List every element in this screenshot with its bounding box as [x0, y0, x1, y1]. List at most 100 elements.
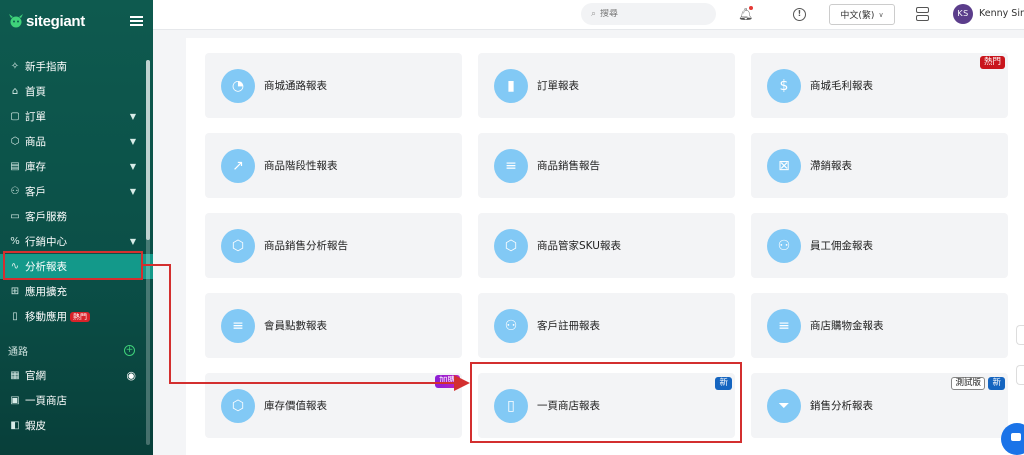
sidebar-item-guide[interactable]: ✧ 新手指南 [0, 54, 153, 79]
new-badge: 新 [988, 377, 1005, 390]
add-channel-icon[interactable]: + [124, 344, 135, 356]
chevron-down-icon: ▼ [129, 112, 136, 121]
trending-up-icon: ↗ [221, 148, 255, 183]
report-label: 員工佣金報表 [810, 240, 873, 252]
database-icon[interactable] [916, 7, 929, 22]
search-input[interactable] [600, 9, 701, 19]
report-card-product-sales[interactable]: ≡ 商品銷售報告 [478, 133, 735, 198]
pie-chart-icon: ◔ [221, 68, 255, 103]
list-icon: ≡ [494, 148, 528, 183]
report-label: 會員點數報表 [264, 320, 327, 332]
report-card-inventory-value[interactable]: ⬡ 庫存價值報表 加購 [205, 373, 462, 438]
channels-heading: 通路 [8, 346, 28, 358]
language-select[interactable]: 中文(繁) ∨ [829, 4, 895, 25]
report-label: 商店購物金報表 [810, 320, 884, 332]
sidebar-item-label: 商品 [25, 136, 46, 148]
report-label: 商品銷售報告 [537, 160, 600, 172]
chevron-down-icon: ▼ [129, 187, 136, 196]
close-square-icon: ⊠ [767, 148, 801, 183]
sidebar-item-marketing[interactable]: % 行銷中心 ▼ [0, 229, 153, 254]
report-label: 客戶註冊報表 [537, 320, 600, 332]
sidebar-item-website[interactable]: ▦ 官網 ◉ [0, 363, 153, 388]
sidebar-item-label: 蝦皮 [25, 420, 46, 432]
sidebar-item-one-page-store[interactable]: ▣ 一頁商店 [0, 388, 153, 413]
grid-icon: ⊞ [10, 286, 20, 297]
warehouse-icon: ▤ [10, 161, 20, 172]
report-card-sku[interactable]: ⬡ 商品管家SKU報表 [478, 213, 735, 278]
report-card-commission[interactable]: ⚇ 員工佣金報表 [751, 213, 1008, 278]
report-label: 一頁商店報表 [537, 400, 600, 412]
side-tab[interactable] [1016, 325, 1024, 345]
sidebar-item-label: 官網 [25, 370, 46, 382]
box-icon: ⬡ [10, 136, 20, 147]
hot-badge: 熱門 [979, 56, 1005, 69]
sidebar-item-inventory[interactable]: ▤ 庫存 ▼ [0, 154, 153, 179]
users-icon: ⚇ [494, 308, 528, 343]
page-store-icon: ▣ [10, 395, 20, 406]
menu-toggle-icon[interactable] [130, 16, 143, 26]
top-bar: ⌕ 🔔︎ ! 中文(繁) ∨ KS Kenny Sim [153, 0, 1024, 30]
sidebar-item-analytics[interactable]: ∿ 分析報表 [0, 254, 153, 279]
report-card-member-points[interactable]: ≡ 會員點數報表 [205, 293, 462, 358]
report-label: 商品階段性報表 [264, 160, 338, 172]
notification-dot [749, 6, 753, 10]
eye-icon[interactable]: ◉ [126, 369, 136, 382]
reports-panel: ◔ 商城通路報表 ▮ 訂單報表 $ 商城毛利報表 熱門 ↗ 商品階段性報表 ≡ … [186, 38, 1024, 455]
chevron-down-icon: ∨ [878, 10, 884, 19]
sidebar-item-label: 移動應用 [25, 311, 67, 323]
report-card-orders[interactable]: ▮ 訂單報表 [478, 53, 735, 118]
users-icon: ⚇ [10, 186, 20, 197]
sidebar-item-home[interactable]: ⌂ 首頁 [0, 79, 153, 104]
username[interactable]: Kenny Sim [979, 8, 1024, 19]
beta-badge: 測試版 [951, 377, 985, 390]
sidebar-item-customer-service[interactable]: ▭ 客戶服務 [0, 204, 153, 229]
chevron-down-icon: ▼ [129, 237, 136, 246]
avatar[interactable]: KS [953, 4, 973, 24]
bar-chart-icon: ▮ [494, 68, 528, 103]
chevron-down-icon: ▼ [129, 162, 136, 171]
sidebar-item-shopee[interactable]: ◧ 蝦皮 [0, 413, 153, 438]
sidebar-scrollbar-thumb[interactable] [146, 60, 150, 240]
report-card-sales-analysis[interactable]: ⏷ 銷售分析報表 測試版 新 [751, 373, 1008, 438]
sidebar-item-apps[interactable]: ⊞ 應用擴充 [0, 279, 153, 304]
sidebar-item-label: 應用擴充 [25, 286, 67, 298]
sidebar-item-label: 訂單 [25, 111, 46, 123]
brand-logo-text: sitegiant [26, 12, 85, 30]
report-card-gross-profit[interactable]: $ 商城毛利報表 熱門 [751, 53, 1008, 118]
giant-logo-icon [9, 14, 23, 28]
report-card-store-credit[interactable]: ≡ 商店購物金報表 [751, 293, 1008, 358]
report-card-customer-registration[interactable]: ⚇ 客戶註冊報表 [478, 293, 735, 358]
book-open-icon: ▯ [494, 388, 528, 423]
sidebar-item-label: 首頁 [25, 86, 46, 98]
hot-badge: 熱門 [70, 311, 90, 322]
search-box[interactable]: ⌕ [581, 3, 716, 25]
sidebar-item-label: 庫存 [25, 161, 46, 173]
list-icon: ≡ [221, 308, 255, 343]
sidebar-item-products[interactable]: ⬡ 商品 ▼ [0, 129, 153, 154]
cube-icon: ⬡ [221, 388, 255, 423]
mobile-icon: ▯ [12, 311, 18, 322]
alert-icon[interactable]: ! [793, 8, 806, 21]
logo-bar: sitegiant [0, 0, 153, 42]
report-card-one-page-store[interactable]: ▯ 一頁商店報表 新 [478, 373, 735, 438]
sidebar-nav: ✧ 新手指南 ⌂ 首頁 ▢ 訂單 ▼ ⬡ 商品 ▼ ▤ 庫存 ▼ ⚇ 客戶 ▼ … [0, 42, 153, 438]
list-icon: ≡ [767, 308, 801, 343]
sidebar-item-orders[interactable]: ▢ 訂單 ▼ [0, 104, 153, 129]
report-card-slow-moving[interactable]: ⊠ 滯銷報表 [751, 133, 1008, 198]
report-card-channel[interactable]: ◔ 商城通路報表 [205, 53, 462, 118]
sidebar-item-label: 分析報表 [25, 261, 67, 273]
clipboard-icon: ▢ [10, 111, 20, 122]
report-card-product-sales-analysis[interactable]: ⬡ 商品銷售分析報告 [205, 213, 462, 278]
sidebar-item-label: 客戶 [25, 186, 46, 198]
percent-icon: % [10, 236, 20, 247]
cube-icon: ⬡ [221, 228, 255, 263]
side-tab[interactable] [1016, 365, 1024, 385]
report-card-product-stage[interactable]: ↗ 商品階段性報表 [205, 133, 462, 198]
brand-logo[interactable]: sitegiant [8, 13, 85, 30]
sidebar-item-mobile-app[interactable]: ▯ 移動應用 熱門 [0, 304, 153, 329]
chevron-down-icon: ▼ [129, 137, 136, 146]
app-root: sitegiant ✧ 新手指南 ⌂ 首頁 ▢ 訂單 ▼ ⬡ 商品 ▼ ▤ 庫存… [0, 0, 1024, 455]
new-badge: 新 [715, 377, 732, 390]
sidebar-item-customers[interactable]: ⚇ 客戶 ▼ [0, 179, 153, 204]
home-icon: ⌂ [11, 86, 19, 97]
